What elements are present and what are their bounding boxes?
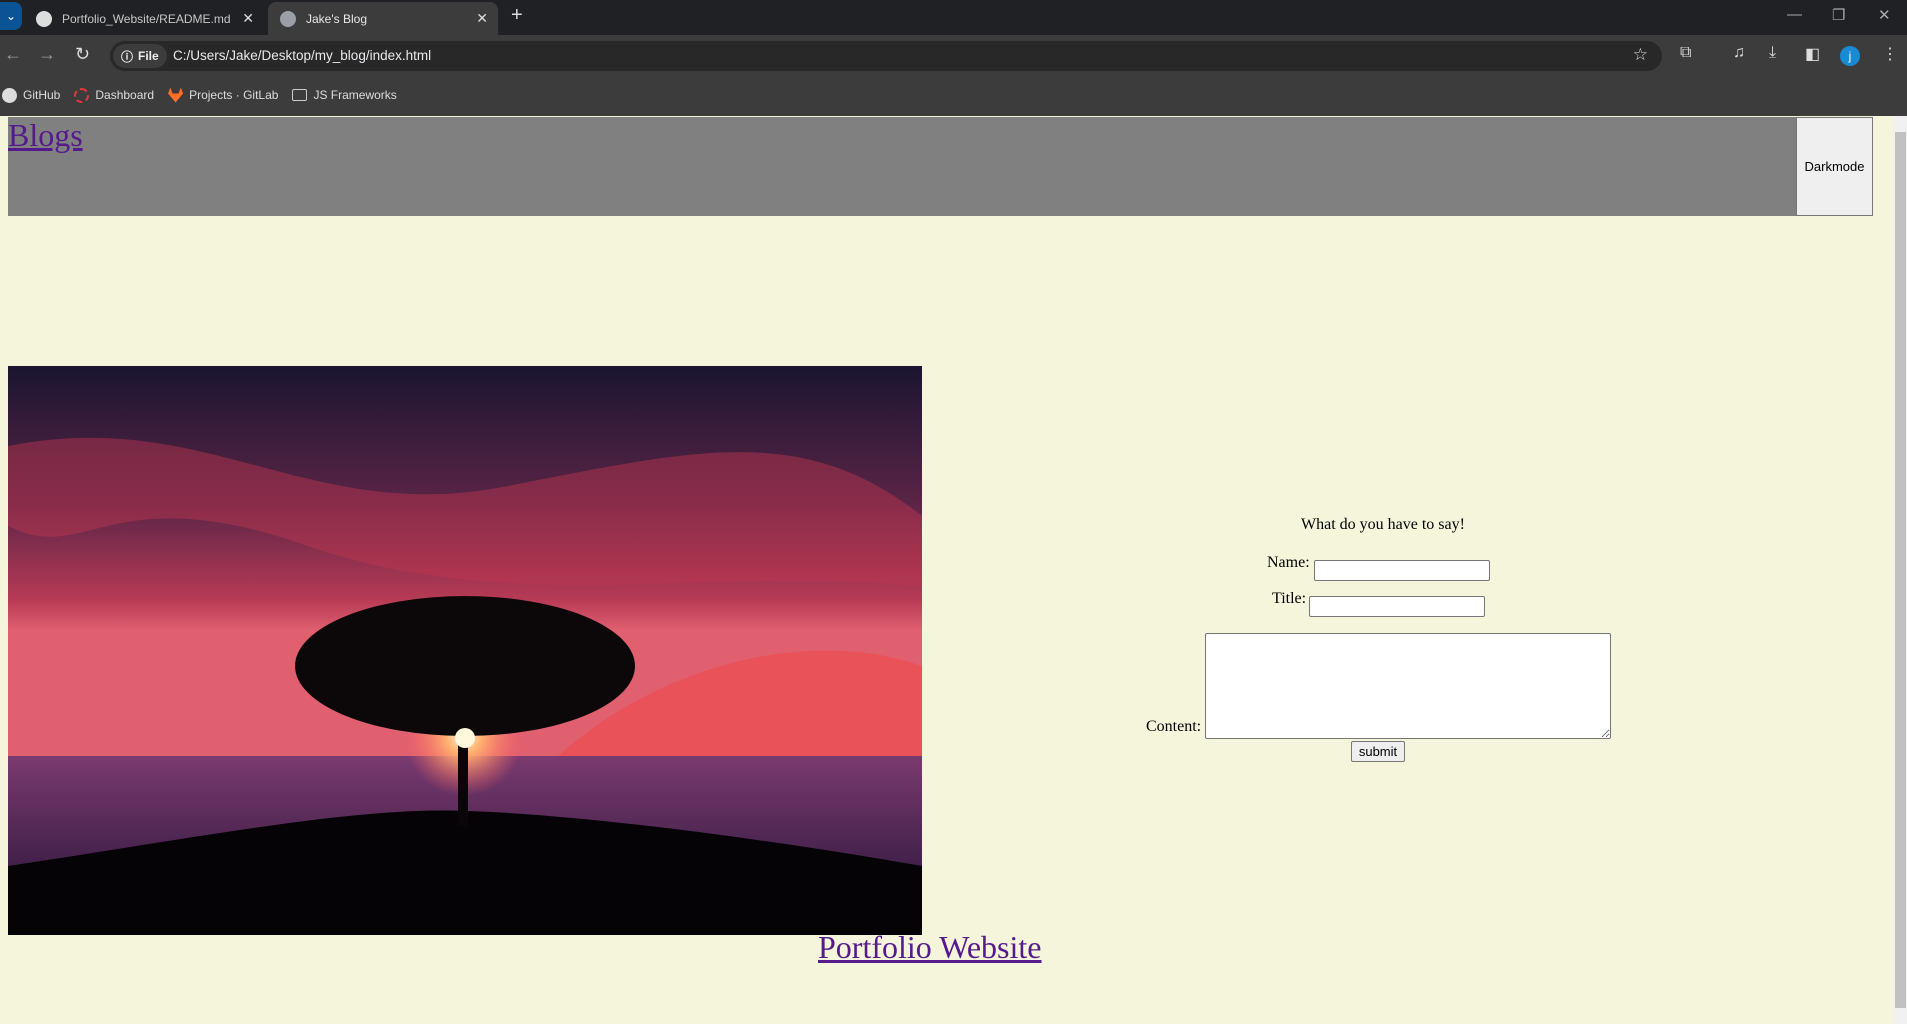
close-tab-icon[interactable]: ✕ bbox=[476, 10, 488, 27]
back-button[interactable]: ← bbox=[4, 44, 22, 65]
chevron-down-icon: ⌄ bbox=[5, 9, 17, 23]
github-icon bbox=[36, 10, 52, 27]
submit-button[interactable]: submit bbox=[1351, 741, 1405, 762]
title-input[interactable] bbox=[1309, 596, 1485, 617]
tab-portfolio-readme[interactable]: Portfolio_Website/README.md ✕ bbox=[24, 2, 264, 35]
side-panel-icon[interactable]: ◧ bbox=[1805, 44, 1820, 64]
chip-label: File bbox=[138, 49, 159, 63]
portfolio-website-link[interactable]: Portfolio Website bbox=[818, 929, 1041, 966]
site-header: Blogs Darkmode bbox=[8, 117, 1873, 216]
tab-strip: ⌄ Portfolio_Website/README.md ✕ Jake's B… bbox=[0, 0, 1907, 35]
globe-icon bbox=[280, 10, 296, 27]
darkmode-button[interactable]: Darkmode bbox=[1796, 117, 1873, 216]
content-label: Content: bbox=[1146, 718, 1202, 735]
github-icon bbox=[2, 87, 17, 103]
tab-title: Jake's Blog bbox=[306, 11, 367, 26]
reload-button[interactable]: ↻ bbox=[75, 44, 90, 65]
forward-button[interactable]: → bbox=[38, 44, 56, 65]
media-control-icon[interactable]: ♫ bbox=[1733, 44, 1745, 62]
sunset-tree-image bbox=[8, 366, 922, 935]
page-content: Blogs Darkmode What do you have to say! … bbox=[0, 116, 1907, 1024]
bookmark-label: GitHub bbox=[23, 88, 61, 102]
extensions-icon[interactable]: ⧉ bbox=[1680, 44, 1691, 62]
bookmark-label: Projects · GitLab bbox=[189, 88, 279, 102]
bookmark-label: Dashboard bbox=[95, 88, 155, 102]
bookmark-github[interactable]: GitHub bbox=[2, 87, 61, 103]
info-icon: ⓘ bbox=[121, 49, 134, 64]
bookmarks-bar: GitHub Dashboard Projects · GitLab JS Fr… bbox=[0, 75, 1907, 115]
vertical-scrollbar[interactable] bbox=[1893, 116, 1907, 1024]
title-label: Title: bbox=[1272, 590, 1307, 607]
toolbar: ← → ↻ ⓘ File C:/Users/Jake/Desktop/my_blo… bbox=[0, 35, 1907, 75]
content-textarea[interactable] bbox=[1205, 633, 1611, 739]
name-label: Name: bbox=[1267, 554, 1310, 571]
minimize-button[interactable]: — bbox=[1787, 6, 1802, 23]
url-text[interactable]: C:/Users/Jake/Desktop/my_blog/index.html bbox=[173, 48, 431, 63]
name-input[interactable] bbox=[1314, 560, 1490, 581]
close-window-button[interactable]: ✕ bbox=[1878, 6, 1891, 24]
folder-icon bbox=[292, 89, 308, 101]
gitlab-icon bbox=[168, 87, 184, 103]
tab-title: Portfolio_Website/README.md bbox=[62, 11, 231, 26]
tab-search-button[interactable]: ⌄ bbox=[0, 2, 22, 30]
site-info-chip[interactable]: ⓘ File bbox=[113, 44, 167, 68]
scrollbar-thumb[interactable] bbox=[1895, 132, 1906, 1008]
bookmark-dashboard[interactable]: Dashboard bbox=[74, 87, 155, 103]
profile-avatar[interactable]: j bbox=[1840, 46, 1860, 66]
download-icon[interactable]: ⤓ bbox=[1769, 44, 1776, 62]
address-bar[interactable]: ⓘ File C:/Users/Jake/Desktop/my_blog/inde… bbox=[110, 41, 1662, 71]
browser-chrome: ⌄ Portfolio_Website/README.md ✕ Jake's B… bbox=[0, 0, 1907, 116]
restore-button[interactable]: ❐ bbox=[1832, 6, 1845, 24]
bookmark-label: JS Frameworks bbox=[313, 88, 397, 102]
blogs-link[interactable]: Blogs bbox=[8, 117, 83, 154]
close-tab-icon[interactable]: ✕ bbox=[242, 10, 254, 27]
bookmark-gitlab[interactable]: Projects · GitLab bbox=[168, 87, 279, 103]
form-heading: What do you have to say! bbox=[1301, 516, 1465, 533]
tab-jakes-blog[interactable]: Jake's Blog ✕ bbox=[268, 2, 498, 35]
bookmark-js-frameworks[interactable]: JS Frameworks bbox=[292, 88, 397, 102]
new-tab-button[interactable]: + bbox=[511, 4, 523, 27]
dashboard-icon bbox=[74, 87, 90, 103]
bookmark-star-icon[interactable]: ☆ bbox=[1633, 45, 1648, 65]
menu-icon[interactable]: ⋮ bbox=[1882, 44, 1898, 64]
